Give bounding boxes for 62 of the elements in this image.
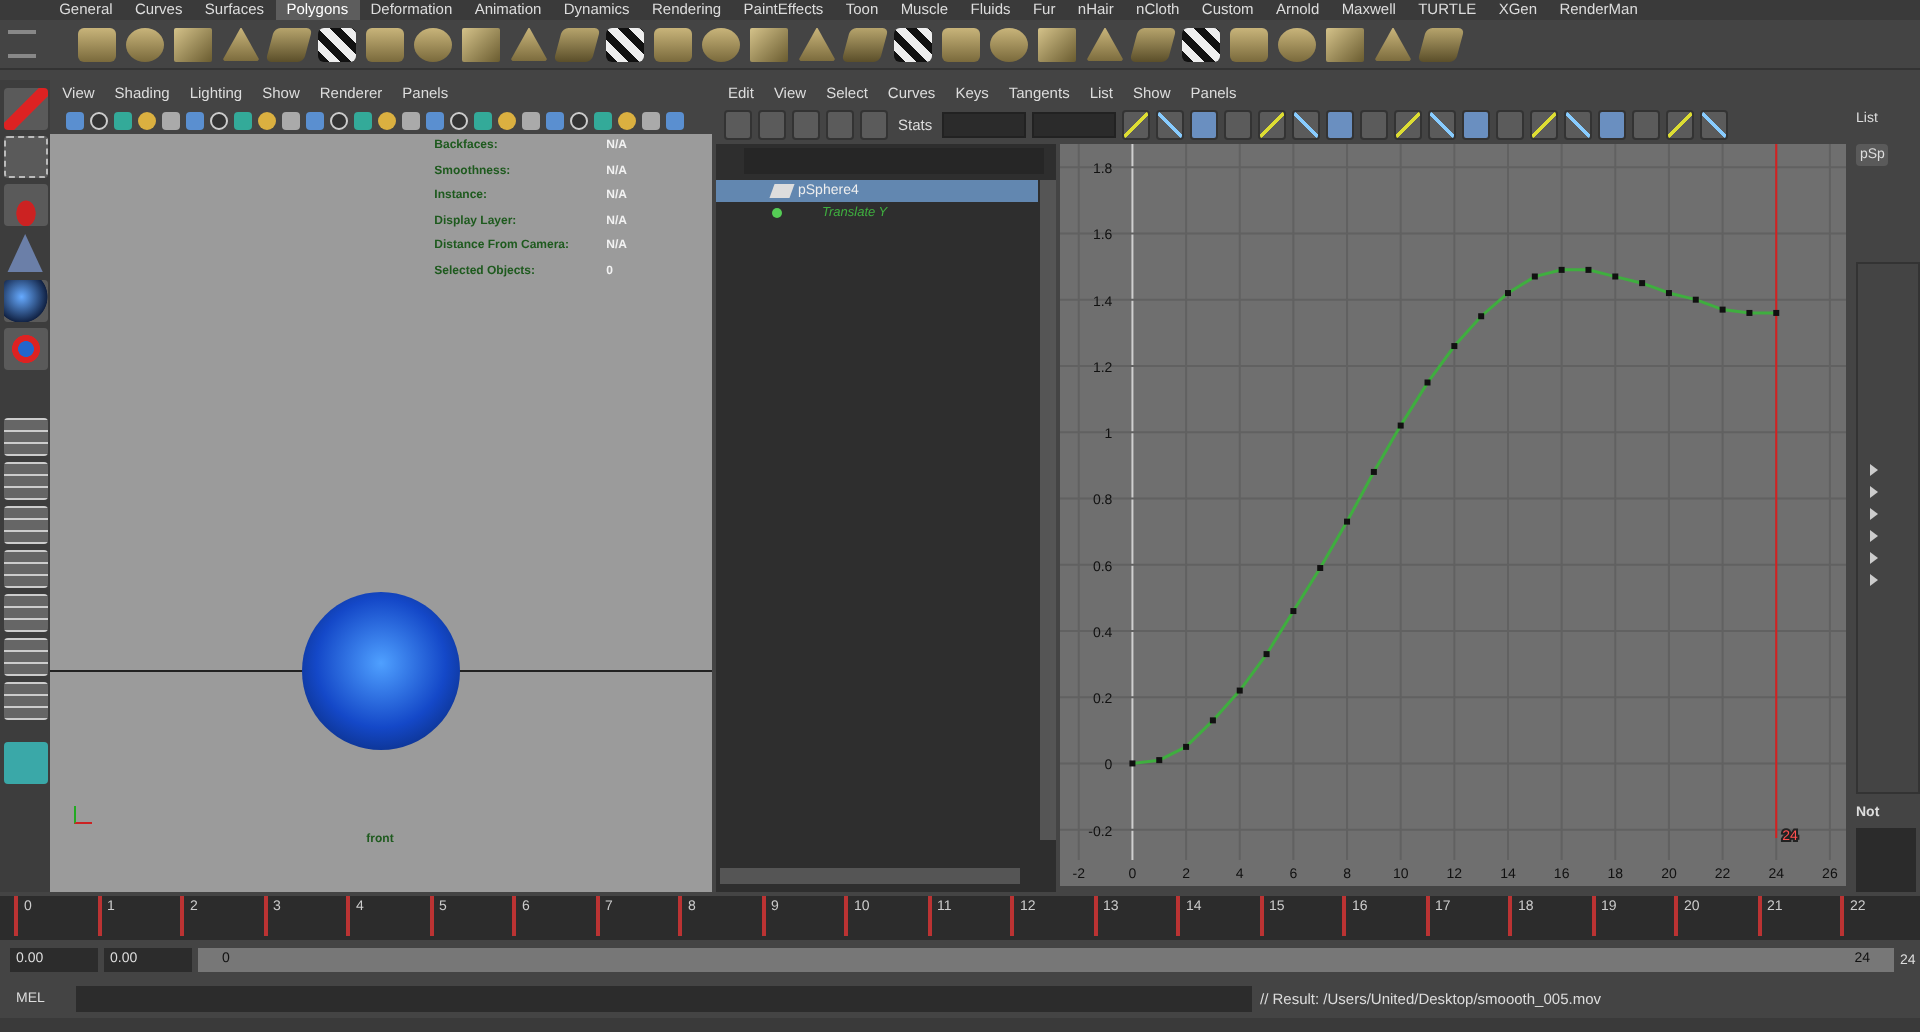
- tangent-tool-icon[interactable]: [1598, 110, 1627, 140]
- plane-icon[interactable]: [265, 27, 313, 61]
- tangent-tool-icon[interactable]: [1258, 110, 1287, 140]
- keyframe[interactable]: [1531, 273, 1538, 280]
- command-field[interactable]: [76, 986, 1252, 1012]
- current-time-marker[interactable]: [1775, 144, 1778, 839]
- mesh-icon: [769, 184, 795, 198]
- keyframe[interactable]: [1665, 290, 1672, 297]
- keyframe[interactable]: [1317, 565, 1324, 571]
- keyframe[interactable]: [1290, 608, 1297, 615]
- keyframe[interactable]: [1129, 760, 1136, 767]
- keyframe[interactable]: [1236, 687, 1243, 694]
- stats-field[interactable]: [942, 112, 1027, 138]
- shelf-menu-icon[interactable]: [8, 30, 36, 58]
- layout-icon[interactable]: [3, 594, 48, 632]
- layout-icon[interactable]: [3, 550, 48, 588]
- keyframe[interactable]: [1558, 266, 1565, 273]
- grid-layout-icon[interactable]: [3, 462, 48, 500]
- keyframe[interactable]: [1183, 743, 1190, 750]
- keyframe[interactable]: [1612, 273, 1619, 280]
- lasso-icon[interactable]: [3, 136, 48, 178]
- attribute-icon: [772, 208, 782, 218]
- keyframe[interactable]: [1773, 309, 1780, 316]
- tangent-tool-icon[interactable]: [1564, 110, 1593, 140]
- tangent-tool-icon[interactable]: [1462, 110, 1491, 140]
- stats-field[interactable]: [1032, 112, 1117, 138]
- keyframe[interactable]: [1746, 309, 1753, 316]
- box-icon[interactable]: [654, 27, 692, 61]
- keyframe[interactable]: [1692, 296, 1699, 303]
- keyframe[interactable]: [1451, 343, 1458, 350]
- scrollbar[interactable]: [1040, 180, 1056, 840]
- tangent-tool-icon[interactable]: [1292, 110, 1321, 140]
- layout-icon[interactable]: [3, 418, 48, 456]
- keyframe[interactable]: [1209, 717, 1216, 724]
- tangent-tool-icon[interactable]: [1122, 110, 1151, 140]
- tangent-tool-icon[interactable]: [1530, 110, 1559, 140]
- layout-icon[interactable]: [3, 682, 48, 720]
- keyframe[interactable]: [1156, 757, 1163, 764]
- tangent-tool-icon[interactable]: [1394, 110, 1423, 140]
- layout-icon[interactable]: [3, 506, 48, 544]
- axis-icon: [74, 806, 93, 824]
- keyframe[interactable]: [1263, 651, 1270, 658]
- cone-icon[interactable]: [3, 232, 48, 274]
- keyframe[interactable]: [1585, 266, 1592, 273]
- keyframe[interactable]: [1478, 313, 1485, 320]
- notes-field[interactable]: [1856, 827, 1916, 892]
- tangent-tool-icon[interactable]: [1190, 110, 1219, 140]
- tangent-tool-icon[interactable]: [1156, 110, 1185, 140]
- tangent-tool-icon[interactable]: [1666, 110, 1695, 140]
- keyframe[interactable]: [1370, 468, 1377, 475]
- character-icon[interactable]: [3, 742, 48, 784]
- keyframe[interactable]: [1344, 518, 1351, 525]
- keyframe[interactable]: [1424, 379, 1431, 386]
- keyframe[interactable]: [1639, 280, 1646, 287]
- tangent-tool-icon[interactable]: [1326, 110, 1355, 140]
- scrollbar[interactable]: [720, 868, 1020, 884]
- keyframe[interactable]: [1719, 306, 1726, 313]
- tangent-tool-icon[interactable]: [1700, 110, 1729, 140]
- keyframe[interactable]: [1505, 290, 1511, 297]
- layout-icon[interactable]: [3, 638, 48, 676]
- tangent-tool-icon[interactable]: [1428, 110, 1457, 140]
- keyframe[interactable]: [1397, 422, 1404, 429]
